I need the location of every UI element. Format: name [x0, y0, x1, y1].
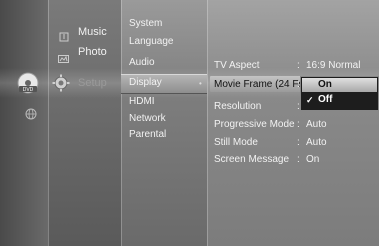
- main-menu-setup[interactable]: Setup: [78, 77, 107, 89]
- detail-value-progressive-mode: Auto: [306, 119, 327, 130]
- column-divider: [207, 0, 208, 246]
- dvd-disc-icon[interactable]: DVD: [17, 72, 39, 99]
- popup-option-on[interactable]: On: [302, 78, 377, 92]
- column-divider: [48, 0, 49, 246]
- sub-menu-item-network[interactable]: Network: [129, 113, 166, 124]
- detail-label-resolution[interactable]: Resolution: [214, 101, 261, 112]
- detail-value-still-mode: Auto: [306, 137, 327, 148]
- gear-icon: [52, 74, 70, 97]
- sub-menu-item-hdmi[interactable]: HDMI: [129, 96, 155, 107]
- sub-menu-item-parental[interactable]: Parental: [129, 129, 166, 140]
- detail-label-tv-aspect[interactable]: TV Aspect: [214, 60, 260, 71]
- main-menu-photo[interactable]: Photo: [78, 46, 107, 58]
- detail-label-screen-message[interactable]: Screen Message: [214, 154, 289, 165]
- sub-menu-item-display[interactable]: Display: [129, 77, 162, 88]
- detail-value-screen-message: On: [306, 154, 320, 165]
- detail-label-still-mode[interactable]: Still Mode: [214, 137, 258, 148]
- source-icon-column: [0, 0, 48, 246]
- column-divider: [121, 0, 122, 246]
- detail-value-tv-aspect: 16:9 Normal: [306, 60, 361, 71]
- sub-menu-item-audio[interactable]: Audio: [129, 57, 155, 68]
- setup-screen: DVD Music Photo Setup System Language Au…: [0, 0, 379, 246]
- detail-label-movie-frame[interactable]: Movie Frame (24 Fs): [214, 79, 307, 90]
- detail-separator: :: [297, 60, 300, 71]
- popup-option-off[interactable]: ✓ Off: [302, 93, 377, 107]
- detail-separator: :: [297, 119, 300, 130]
- popup-option-off-label: Off: [318, 94, 333, 105]
- sub-menu-arrow-icon: •: [199, 79, 202, 88]
- globe-icon[interactable]: [25, 107, 37, 125]
- sub-menu-item-language[interactable]: Language: [129, 36, 174, 47]
- photo-icon: [58, 50, 69, 68]
- main-menu-music[interactable]: Music: [78, 26, 107, 38]
- checkmark-icon: ✓: [306, 95, 314, 105]
- detail-label-progressive-mode[interactable]: Progressive Mode: [214, 119, 295, 130]
- music-icon: [59, 29, 69, 47]
- movie-frame-options-popup: On ✓ Off: [300, 76, 379, 111]
- detail-separator: :: [297, 137, 300, 148]
- svg-text:DVD: DVD: [23, 87, 34, 93]
- detail-separator: :: [297, 154, 300, 165]
- sub-menu-item-system[interactable]: System: [129, 18, 162, 29]
